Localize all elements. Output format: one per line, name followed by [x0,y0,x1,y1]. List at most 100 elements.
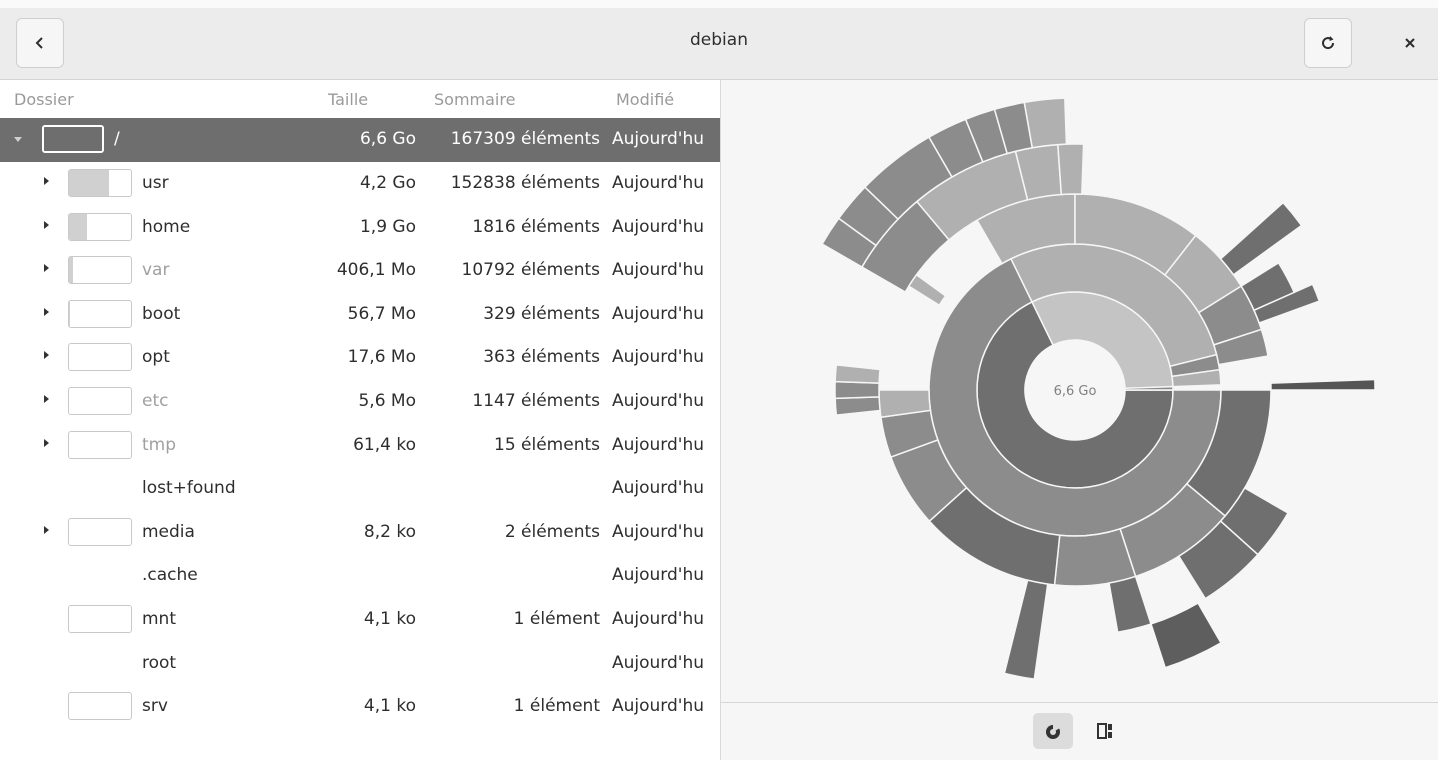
tree-row[interactable]: var 406,1 Mo 10792 éléments Aujourd'hu [0,249,720,293]
ring-segment[interactable] [1219,201,1303,276]
ring-segment[interactable] [907,273,947,307]
usage-bar [68,517,132,546]
reload-button[interactable] [1304,18,1352,68]
folder-size: 4,1 ko [363,696,416,717]
folder-size: 56,7 Mo [347,303,416,324]
expander-right-icon[interactable] [44,438,49,447]
folder-contents: 1147 éléments [472,391,600,411]
folder-size: 17,6 Mo [347,347,416,368]
folder-modified: Aujourd'hu [612,173,705,193]
folder-contents: 1816 éléments [472,216,600,237]
chart-center-label: 6,6 Go [1054,384,1097,399]
tree-row[interactable]: lost+found Aujourd'hu [0,467,720,511]
folder-name: srv [142,696,168,717]
folder-modified: Aujourd'hu [612,478,705,499]
tree-row[interactable]: tmp 61,4 ko 15 éléments Aujourd'hu [0,424,720,468]
tree-row-root[interactable]: / 6,6 Go 167309 éléments Aujourd'hu [0,118,720,162]
ring-segment[interactable] [834,396,881,416]
ring-segment[interactable] [1003,579,1049,681]
folder-size: 4,2 Go [359,173,416,193]
tree-row[interactable]: root Aujourd'hu [0,642,720,686]
column-header-contents[interactable]: Sommaire [434,90,515,109]
rings-chart-icon [1046,723,1060,739]
usage-bar [68,692,132,721]
tree-row[interactable]: opt 17,6 Mo 363 éléments Aujourd'hu [0,336,720,380]
usage-bar [68,256,132,285]
folder-name: root [142,652,177,673]
expander-down-icon[interactable] [14,137,22,142]
folder-contents: 1 élément [513,609,600,629]
tree-row[interactable]: media 8,2 ko 2 éléments Aujourd'hu [0,511,720,555]
folder-modified: Aujourd'hu [612,347,705,368]
folder-modified: Aujourd'hu [612,303,705,324]
rings-chart[interactable]: 6,6 Go [721,80,1438,702]
folder-contents: 10792 éléments [461,260,600,281]
expander-right-icon[interactable] [44,220,49,229]
expander-right-icon[interactable] [44,525,49,534]
treemap-chart-icon [1097,723,1112,739]
folder-modified: Aujourd'hu [612,434,705,455]
expander-right-icon[interactable] [44,351,49,360]
usage-bar [42,125,104,153]
tree-row[interactable]: .cache Aujourd'hu [0,554,720,598]
ring-segment[interactable] [834,364,881,384]
folder-name: etc [142,391,169,411]
folder-contents: 2 éléments [504,521,600,542]
treemap-mode-button[interactable] [1085,713,1125,749]
tree-row[interactable]: mnt 4,1 ko 1 élément Aujourd'hu [0,598,720,642]
tree-row[interactable]: usr 4,2 Go 152838 éléments Aujourd'hu [0,162,720,206]
column-header-size[interactable]: Taille [328,90,368,109]
usage-bar [68,605,132,633]
header-bar: debian [0,8,1438,80]
folder-tree[interactable]: Dossier Taille Sommaire Modifié / 6,6 Go… [0,80,720,760]
ring-segment[interactable] [1150,602,1223,669]
ring-segment[interactable] [1270,378,1376,391]
rings-mode-button[interactable] [1033,713,1073,749]
ring-segment[interactable] [1053,527,1137,587]
column-header-folder[interactable]: Dossier [14,90,74,109]
folder-name: .cache [142,565,198,586]
usage-bar [68,212,132,241]
folder-contents: 152838 éléments [450,173,600,193]
ring-segment[interactable] [1057,143,1085,196]
tree-row[interactable]: home 1,9 Go 1816 éléments Aujourd'hu [0,206,720,250]
expander-right-icon[interactable] [44,264,49,273]
tree-row[interactable]: etc 5,6 Mo 1147 éléments Aujourd'hu [0,380,720,424]
folder-name: usr [142,173,169,193]
folder-name: boot [142,303,181,324]
expander-right-icon[interactable] [44,395,49,403]
close-button[interactable] [1386,18,1434,68]
folder-name: opt [142,347,170,368]
folder-size: 5,6 Mo [358,391,416,411]
ring-segment[interactable] [1108,575,1152,634]
folder-name: tmp [142,434,177,455]
column-header-modified[interactable]: Modifié [616,90,674,109]
folder-size: 8,2 ko [363,521,416,542]
folder-modified: Aujourd'hu [612,696,705,717]
folder-modified: Aujourd'hu [612,565,705,586]
folder-name: media [142,521,195,542]
window-close-icon [1405,38,1415,48]
window-title: debian [690,30,748,50]
folder-name: / [114,129,120,149]
folder-contents: 1 élément [513,696,600,717]
usage-bar [68,299,132,328]
view-refresh-icon [1322,36,1335,50]
folder-size: 4,1 ko [363,609,416,629]
folder-modified: Aujourd'hu [612,129,705,149]
folder-name: lost+found [142,478,236,499]
tree-row[interactable]: boot 56,7 Mo 329 éléments Aujourd'hu [0,293,720,337]
expander-right-icon[interactable] [44,177,49,185]
folder-size: 6,6 Go [359,129,416,149]
ring-segment[interactable] [1023,97,1068,149]
expander-right-icon[interactable] [44,307,49,316]
folder-modified: Aujourd'hu [612,652,705,673]
folder-modified: Aujourd'hu [612,391,705,411]
tree-row[interactable]: srv 4,1 ko 1 élément Aujourd'hu [0,685,720,729]
folder-name: var [142,260,170,281]
chart-pane[interactable]: 6,6 Go [720,80,1438,702]
ring-segment[interactable] [834,380,880,400]
usage-bar [68,430,132,459]
folder-modified: Aujourd'hu [612,216,705,237]
folder-size: 406,1 Mo [336,260,416,281]
